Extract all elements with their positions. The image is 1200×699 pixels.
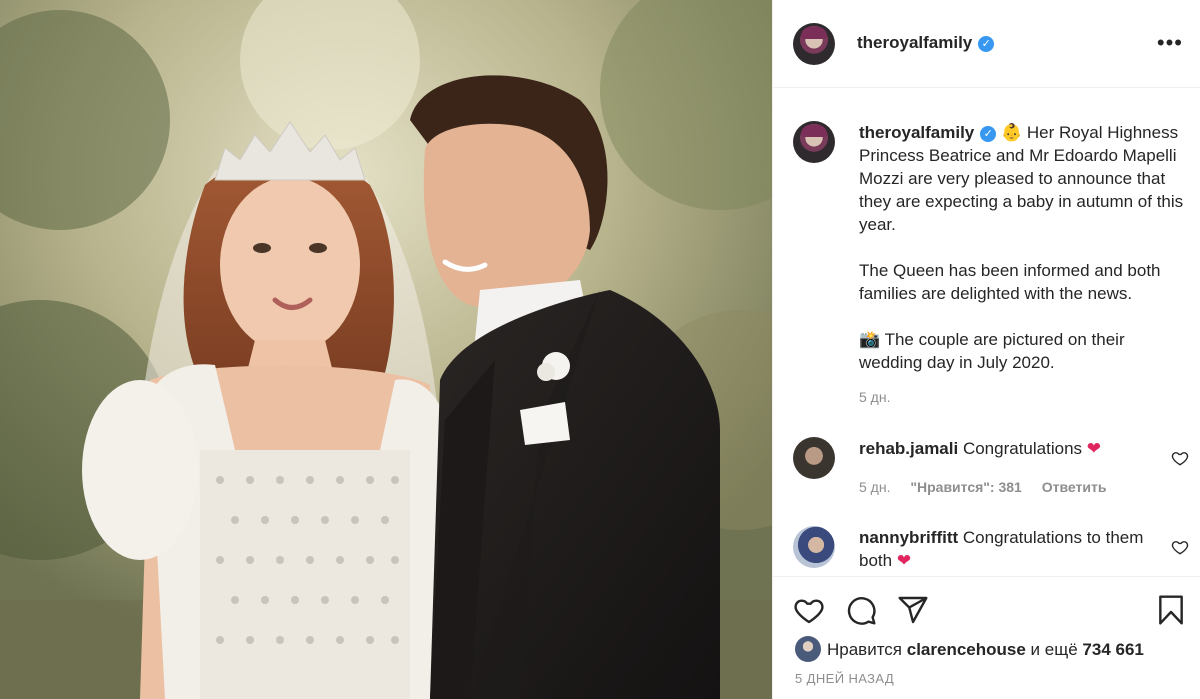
commenter-avatar[interactable] [793,437,835,479]
author-username[interactable]: theroyalfamily ✓ [857,33,995,53]
like-comment-heart-icon[interactable] [1171,538,1189,556]
likes-prefix: Нравится [827,640,903,659]
caption-text: Her Royal Highness Princess Beatrice and… [859,123,1184,372]
likes-summary[interactable]: Нравится clarencehouse и ещё 734 661 [795,636,1144,662]
caption-timestamp[interactable]: 5 дн. [859,389,890,405]
post-photo[interactable] [0,0,772,699]
share-paper-plane-icon[interactable] [897,594,929,626]
post-actions-bar: Нравится clarencehouse и ещё 734 661 5 Д… [773,576,1200,699]
comments-scroll-area[interactable]: theroyalfamily ✓ 👶 Her Royal Highness Pri… [773,88,1200,576]
caption-body: theroyalfamily ✓ 👶 Her Royal Highness Pri… [859,121,1189,374]
wedding-photo-illustration [0,0,772,699]
commenter-avatar[interactable] [793,526,835,568]
comment-body: nannybriffitt Congratulations to them bo… [859,526,1159,572]
verified-badge-icon: ✓ [978,36,995,52]
liker-username[interactable]: clarencehouse [907,640,1026,659]
caption-author-avatar[interactable] [793,121,835,163]
commenter-username[interactable]: rehab.jamali [859,439,958,458]
comment-bubble-icon[interactable] [845,594,877,626]
comment-timestamp[interactable]: 5 дн. [859,479,890,495]
baby-emoji: 👶 [1001,123,1023,142]
caption-author-username[interactable]: theroyalfamily [859,123,974,142]
comment-meta: 5 дн. "Нравится": 381 Ответить [859,479,1122,495]
more-options-icon[interactable]: ••• [1157,30,1183,56]
like-heart-icon[interactable] [793,594,825,626]
likes-middle: и ещё [1030,640,1078,659]
post-date[interactable]: 5 ДНЕЙ НАЗАД [795,671,894,686]
author-avatar[interactable] [793,23,835,65]
commenter-username[interactable]: nannybriffitt [859,528,958,547]
comment-likes-count[interactable]: "Нравится": 381 [910,479,1021,495]
likes-count[interactable]: 734 661 [1082,640,1143,659]
post-header: theroyalfamily ✓ ••• [773,0,1200,88]
post-side-panel: theroyalfamily ✓ ••• theroyalfamily ✓ 👶 He… [772,0,1200,699]
verified-badge-icon: ✓ [980,126,997,142]
reply-button[interactable]: Ответить [1042,479,1107,495]
author-username-text[interactable]: theroyalfamily [857,33,972,52]
like-comment-heart-icon[interactable] [1171,449,1189,467]
comment-text: Congratulations ❤ [962,439,1102,458]
liker-avatar [795,636,821,662]
save-bookmark-icon[interactable] [1155,594,1187,626]
comment-body: rehab.jamali Congratulations ❤ [859,437,1159,460]
